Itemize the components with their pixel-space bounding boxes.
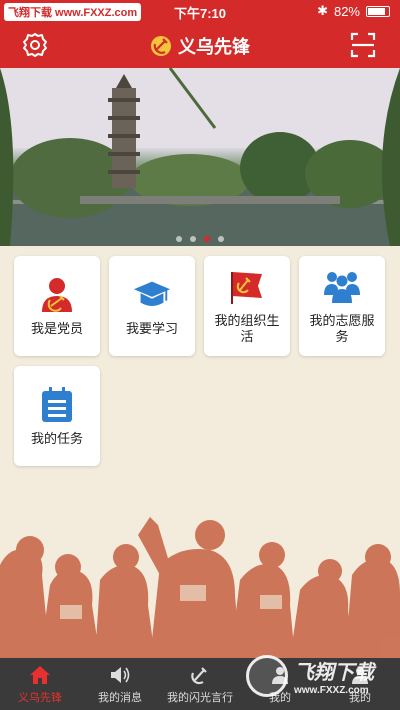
app-title: 义乌先锋 xyxy=(178,37,250,57)
workers-mural-image xyxy=(0,517,400,658)
watermark: 飞翔下载 www.FXXZ.com xyxy=(246,650,386,702)
party-flag-icon xyxy=(227,267,267,307)
speaker-icon xyxy=(108,664,132,686)
carousel-dot[interactable] xyxy=(218,236,224,242)
feature-grid: 我是党员 我要学习 我的组织生活 我的志愿服务 我的任务 xyxy=(14,256,386,466)
party-emblem-icon xyxy=(151,36,171,56)
task-list-icon xyxy=(37,385,77,425)
tab-label: 我的闪光言行 xyxy=(167,691,233,704)
tile-label: 我的组织生活 xyxy=(214,313,280,344)
status-right: ✱ 82% xyxy=(317,3,390,19)
tab-highlights[interactable]: 我的闪光言行 xyxy=(160,658,240,710)
watermark-url: www.FXXZ.com xyxy=(294,685,369,696)
home-icon xyxy=(28,664,52,686)
carousel-dot-active[interactable] xyxy=(204,236,210,242)
watermark-name: 飞翔下载 xyxy=(294,662,374,684)
banner-carousel[interactable] xyxy=(0,68,400,246)
status-bar: 飞翔下载 www.FXXZ.com 下午7:10 ✱ 82% xyxy=(0,0,400,22)
tile-org-life[interactable]: 我的组织生活 xyxy=(204,256,290,356)
battery-percent: 82% xyxy=(333,3,360,19)
tab-label: 义乌先锋 xyxy=(18,691,62,704)
carousel-dots xyxy=(0,236,400,242)
watermark-logo-icon xyxy=(246,655,288,697)
tab-label: 我的消息 xyxy=(98,691,142,704)
tile-tasks[interactable]: 我的任务 xyxy=(14,366,100,466)
pagoda-lake-image xyxy=(0,68,400,246)
carousel-dot[interactable] xyxy=(176,236,182,242)
scan-icon xyxy=(350,32,376,58)
bluetooth-icon: ✱ xyxy=(317,3,328,18)
carousel-dot[interactable] xyxy=(190,236,196,242)
tile-volunteer[interactable]: 我的志愿服务 xyxy=(299,256,385,356)
tile-label: 我的任务 xyxy=(30,431,83,446)
scan-button[interactable] xyxy=(348,30,378,60)
tile-label: 我的志愿服务 xyxy=(309,313,375,344)
tile-party-member[interactable]: 我是党员 xyxy=(14,256,100,356)
tab-home[interactable]: 义乌先锋 xyxy=(0,658,80,710)
battery-icon xyxy=(366,5,390,17)
page-title: 义乌先锋 xyxy=(0,33,400,59)
volunteers-icon xyxy=(322,267,362,307)
tile-label: 我要学习 xyxy=(125,321,178,336)
nav-bar: 义乌先锋 xyxy=(0,22,400,68)
tab-messages[interactable]: 我的消息 xyxy=(80,658,160,710)
watermark-text: 飞翔下载 www.FXXZ.com xyxy=(294,656,374,696)
party-member-icon xyxy=(37,275,77,315)
graduation-cap-icon xyxy=(132,275,172,315)
party-emblem-icon xyxy=(188,664,212,686)
tile-label: 我是党员 xyxy=(30,321,83,336)
tile-study[interactable]: 我要学习 xyxy=(109,256,195,356)
